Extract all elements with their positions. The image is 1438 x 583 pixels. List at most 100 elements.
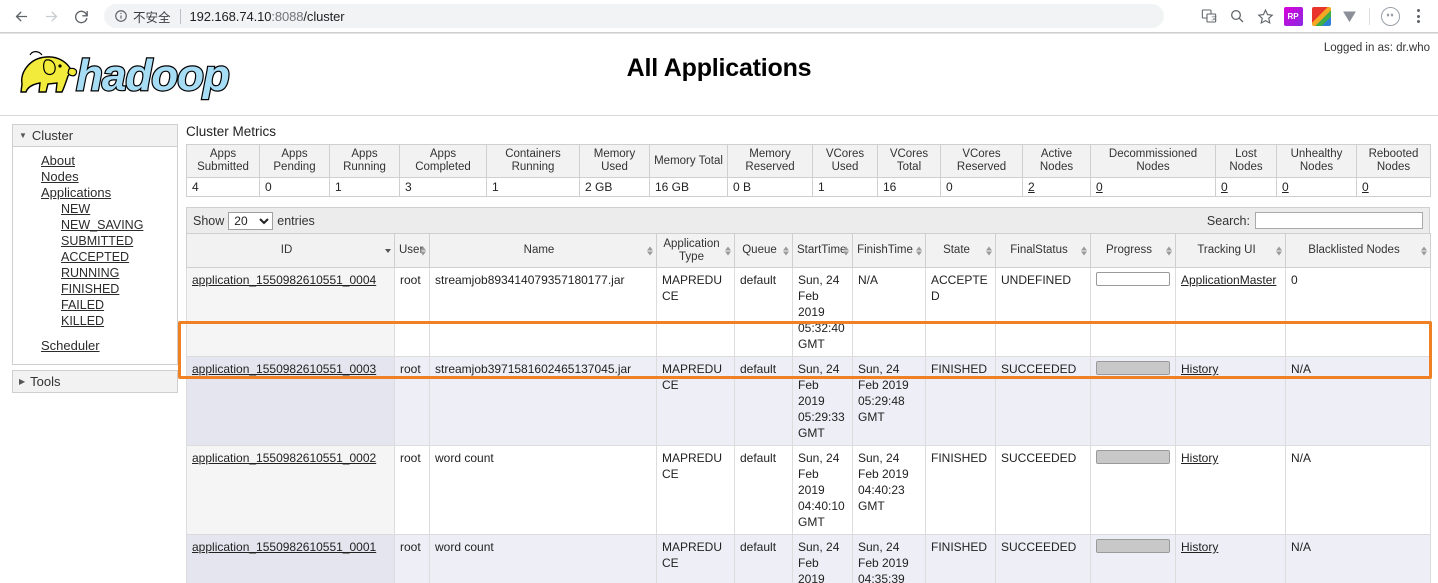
metrics-header-unhealthy-nodes: Unhealthy Nodes [1276, 144, 1357, 178]
metrics-value-lost-nodes[interactable]: 0 [1221, 180, 1228, 194]
extension-colorful-icon[interactable] [1307, 2, 1335, 30]
sort-desc-icon [385, 248, 391, 253]
metrics-header-apps-submitted: Apps Submitted [186, 144, 260, 178]
sidebar-cluster-panel: ▼ Cluster About Nodes Applications NEW N… [12, 124, 178, 365]
tracking-ui-link[interactable]: History [1181, 540, 1218, 554]
info-circle-icon[interactable] [114, 9, 128, 23]
url-port: :8088 [271, 8, 304, 24]
sidebar-item-killed[interactable]: KILLED [13, 313, 177, 329]
datatable-controls: Show 20 40 60 80 100 entries Search: [186, 207, 1430, 233]
column-header-progress[interactable]: Progress [1090, 233, 1176, 268]
column-header-state[interactable]: State [925, 233, 996, 268]
sidebar-item-about[interactable]: About [13, 153, 177, 169]
cell-name: streamjob3971581602465137045.jar [429, 356, 657, 446]
extension-v-icon[interactable] [1335, 2, 1363, 30]
application-id-link[interactable]: application_1550982610551_0001 [192, 540, 376, 554]
kebab-menu-icon[interactable] [1404, 2, 1432, 30]
column-header-application-type[interactable]: Application Type [656, 233, 735, 268]
search-input[interactable] [1255, 212, 1423, 229]
metrics-value-decommissioned-nodes[interactable]: 0 [1096, 180, 1103, 194]
logged-in-label: Logged in as: dr.who [1323, 42, 1430, 54]
cell-queue: default [734, 445, 793, 535]
table-row[interactable]: application_1550982610551_0001 root word… [186, 534, 1431, 583]
cell-blacklisted-nodes: 0 [1285, 267, 1431, 357]
star-icon[interactable] [1251, 2, 1279, 30]
column-header-progress-label: Progress [1105, 244, 1153, 256]
cell-starttime: Sun, 24 Feb 2019 04:40:10 GMT [792, 445, 853, 535]
column-header-finishtime[interactable]: FinishTime [852, 233, 926, 268]
reload-icon[interactable] [66, 2, 96, 30]
extension-colorful-badge [1311, 6, 1331, 26]
metrics-value-apps-pending: 0 [259, 177, 330, 197]
sidebar-section-tools[interactable]: ▶ Tools [12, 370, 178, 393]
progress-bar [1096, 539, 1170, 553]
column-header-finalstatus[interactable]: FinalStatus [995, 233, 1091, 268]
sidebar-item-finished[interactable]: FINISHED [13, 281, 177, 297]
metrics-value-row: 4 0 1 3 1 2 GB 16 GB 0 B 1 16 0 2 0 0 0 … [186, 177, 1431, 197]
extension-rp-badge: RP [1283, 6, 1303, 26]
application-id-link[interactable]: application_1550982610551_0004 [192, 273, 376, 287]
search-icon[interactable] [1223, 2, 1251, 30]
sidebar-cluster-links: About Nodes Applications NEW NEW_SAVING … [12, 147, 178, 365]
table-row[interactable]: application_1550982610551_0004 root stre… [186, 267, 1431, 357]
column-header-application-type-label: Application Type [663, 237, 720, 263]
forward-arrow-icon[interactable] [36, 2, 66, 30]
sidebar-item-submitted[interactable]: SUBMITTED [13, 233, 177, 249]
sidebar-item-accepted[interactable]: ACCEPTED [13, 249, 177, 265]
sort-both-icon [916, 246, 922, 255]
column-header-blacklisted-nodes[interactable]: Blacklisted Nodes [1285, 233, 1431, 268]
cell-finalstatus: UNDEFINED [995, 267, 1091, 357]
sidebar-item-applications[interactable]: Applications [13, 185, 177, 201]
metrics-header-apps-running: Apps Running [329, 144, 400, 178]
sidebar-item-nodes[interactable]: Nodes [13, 169, 177, 185]
column-header-starttime[interactable]: StartTime [792, 233, 853, 268]
sidebar-item-scheduler[interactable]: Scheduler [13, 338, 177, 354]
application-id-link[interactable]: application_1550982610551_0002 [192, 451, 376, 465]
profile-avatar-icon[interactable] [1376, 2, 1404, 30]
column-header-starttime-label: StartTime [797, 244, 847, 256]
metrics-header-memory-total: Memory Total [649, 144, 728, 178]
metrics-value-vcores-used: 1 [812, 177, 878, 197]
translate-icon[interactable]: 文 [1195, 2, 1223, 30]
entries-label: entries [277, 213, 315, 228]
browser-actions: 文 RP [1195, 2, 1432, 30]
column-header-id[interactable]: ID [186, 233, 395, 268]
tracking-ui-link[interactable]: ApplicationMaster [1181, 273, 1276, 287]
metrics-header-vcores-used: VCores Used [812, 144, 878, 178]
cell-name: word count [429, 445, 657, 535]
column-header-user[interactable]: User [394, 233, 430, 268]
progress-bar-fill [1097, 362, 1169, 374]
metrics-value-apps-running: 1 [329, 177, 400, 197]
column-header-finalstatus-label: FinalStatus [1010, 244, 1068, 256]
metrics-value-active-nodes[interactable]: 2 [1028, 180, 1035, 194]
extension-rp-icon[interactable]: RP [1279, 2, 1307, 30]
back-arrow-icon[interactable] [6, 2, 36, 30]
table-row[interactable]: application_1550982610551_0002 root word… [186, 445, 1431, 535]
cell-blacklisted-nodes: N/A [1285, 534, 1431, 583]
metrics-value-unhealthy-nodes[interactable]: 0 [1282, 180, 1289, 194]
address-bar[interactable]: 不安全 192.168.74.10:8088/cluster [104, 4, 1164, 28]
cell-queue: default [734, 534, 793, 583]
sidebar-item-new-saving[interactable]: NEW_SAVING [13, 217, 177, 233]
cell-blacklisted-nodes: N/A [1285, 356, 1431, 446]
application-id-link[interactable]: application_1550982610551_0003 [192, 362, 376, 376]
column-header-queue[interactable]: Queue [734, 233, 793, 268]
metrics-value-apps-completed: 3 [399, 177, 487, 197]
column-header-name[interactable]: Name [429, 233, 657, 268]
column-header-tracking-ui[interactable]: Tracking UI [1175, 233, 1286, 268]
metrics-header-vcores-reserved: VCores Reserved [940, 144, 1023, 178]
sidebar-item-failed[interactable]: FAILED [13, 297, 177, 313]
sidebar-section-cluster[interactable]: ▼ Cluster [12, 124, 178, 147]
sidebar-item-new[interactable]: NEW [13, 201, 177, 217]
column-header-id-label: ID [280, 244, 293, 256]
table-row[interactable]: application_1550982610551_0003 root stre… [186, 356, 1431, 446]
column-header-queue-label: Queue [742, 244, 777, 256]
metrics-value-rebooted-nodes[interactable]: 0 [1362, 180, 1369, 194]
tracking-ui-link[interactable]: History [1181, 362, 1218, 376]
sidebar-item-running[interactable]: RUNNING [13, 265, 177, 281]
cell-starttime: Sun, 24 Feb 2019 04:35:22 GMT [792, 534, 853, 583]
metrics-header-row: Apps Submitted Apps Pending Apps Running… [186, 144, 1431, 178]
column-header-blacklisted-nodes-label: Blacklisted Nodes [1308, 244, 1400, 256]
entries-length-select[interactable]: 20 40 60 80 100 [228, 211, 274, 230]
tracking-ui-link[interactable]: History [1181, 451, 1218, 465]
